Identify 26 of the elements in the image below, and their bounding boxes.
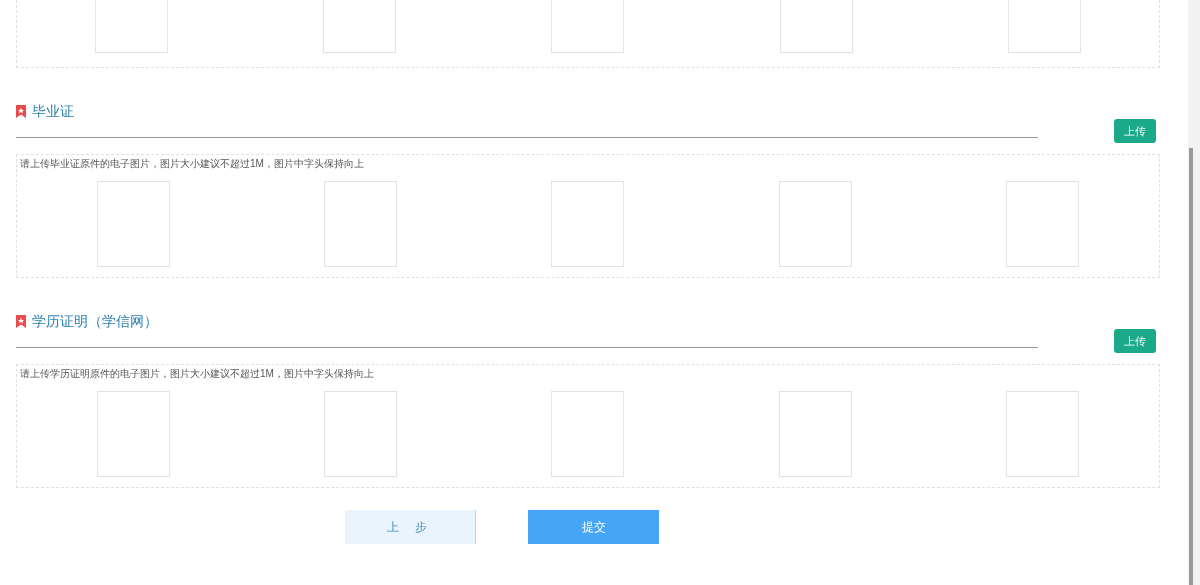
upload-button[interactable]: 上传 xyxy=(1114,329,1156,353)
image-slot[interactable] xyxy=(1005,181,1079,267)
section-title: 学历证明（学信网） xyxy=(32,312,158,330)
image-slot[interactable] xyxy=(778,391,852,477)
bookmark-icon xyxy=(16,105,26,118)
upload-hint: 请上传毕业证原件的电子图片，图片大小建议不超过1M，图片中字头保持向上 xyxy=(20,157,365,171)
section-title: 毕业证 xyxy=(32,102,74,120)
image-slot[interactable] xyxy=(94,0,168,53)
submit-button[interactable]: 提交 xyxy=(528,510,659,544)
image-slot[interactable] xyxy=(1005,391,1079,477)
image-slot[interactable] xyxy=(551,391,625,477)
image-slot[interactable] xyxy=(324,181,398,267)
scrollbar[interactable] xyxy=(1188,0,1200,585)
image-slot[interactable] xyxy=(779,0,853,53)
image-slot[interactable] xyxy=(324,391,398,477)
image-slot[interactable] xyxy=(778,181,852,267)
previous-button[interactable]: 上 步 xyxy=(345,510,476,544)
image-slot[interactable] xyxy=(97,391,171,477)
image-slot[interactable] xyxy=(551,0,625,53)
image-slot[interactable] xyxy=(1008,0,1082,53)
image-slot[interactable] xyxy=(323,0,397,53)
image-slot[interactable] xyxy=(551,181,625,267)
bookmark-icon xyxy=(16,315,26,328)
upload-button[interactable]: 上传 xyxy=(1114,119,1156,143)
image-slot[interactable] xyxy=(97,181,171,267)
upload-hint: 请上传学历证明原件的电子图片，图片大小建议不超过1M，图片中字头保持向上 xyxy=(20,367,375,381)
